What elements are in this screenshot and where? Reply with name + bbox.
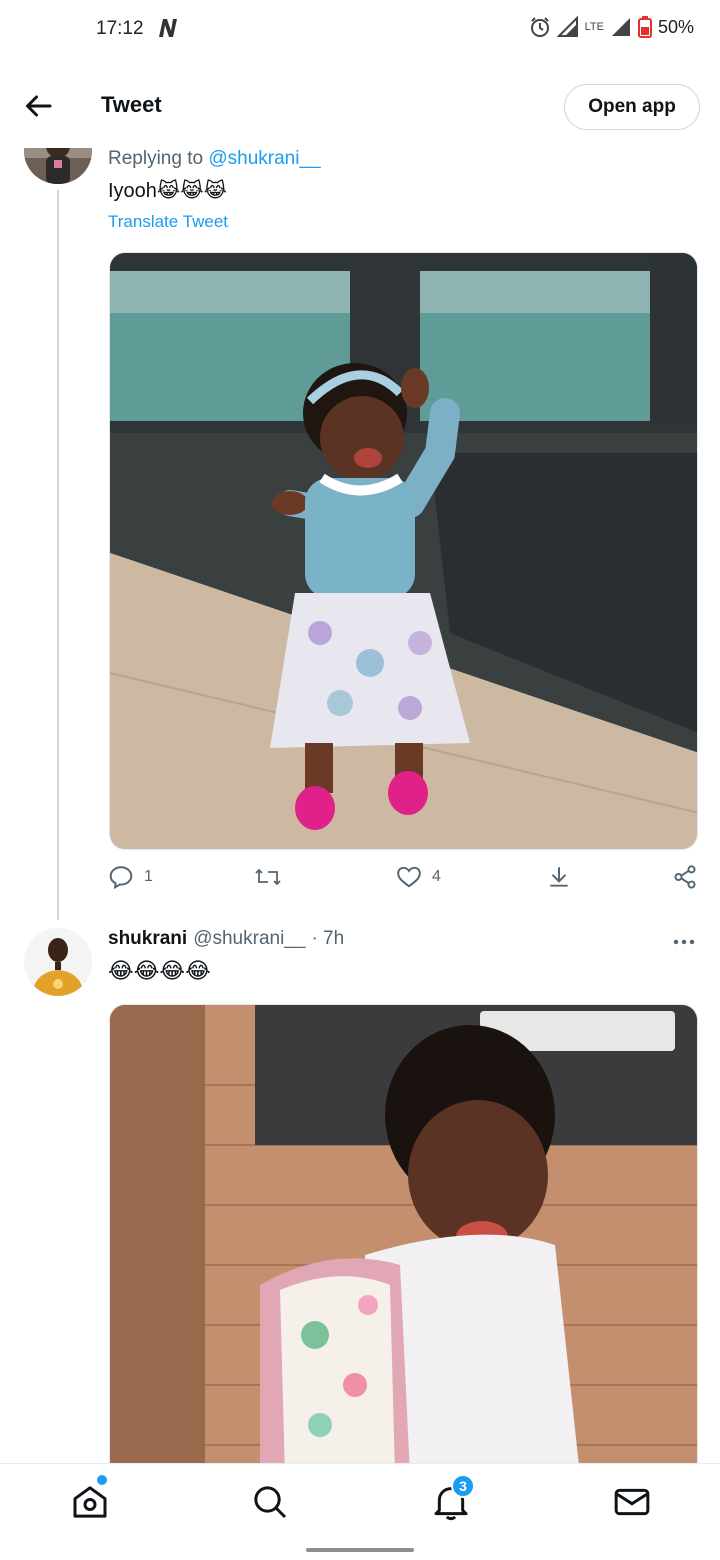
network-label: LTE [584, 21, 604, 33]
author-handle[interactable]: @shukrani__ [193, 928, 305, 950]
reply-icon [109, 866, 133, 890]
translate-tweet-link[interactable]: Translate Tweet [108, 212, 228, 232]
retweet-button[interactable] [254, 864, 282, 890]
status-time: 17:12 [96, 18, 144, 39]
share-button[interactable] [672, 864, 698, 890]
battery-percent: 50% [657, 16, 694, 37]
tweet-text: 😂😂😂😂 [108, 958, 211, 983]
download-icon [550, 867, 568, 887]
reply-count: 1 [144, 868, 153, 885]
status-bar: 17:12 LTE 50% [0, 0, 720, 60]
retweet-icon [255, 868, 281, 886]
alarm-icon [530, 17, 549, 37]
tweet-photo[interactable] [109, 1004, 698, 1474]
search-icon[interactable] [250, 1482, 290, 1522]
tweet-time: · 7h [311, 928, 345, 949]
gesture-bar[interactable] [306, 1548, 414, 1552]
tweet-text: Iyooh😹😹😹 [108, 180, 228, 202]
replying-mention-link[interactable]: @shukrani__ [208, 148, 320, 169]
back-arrow-icon[interactable] [20, 88, 56, 124]
replying-prefix: Replying to [108, 148, 209, 169]
tweet-photo[interactable] [109, 252, 698, 850]
header: Tweet Open app [0, 62, 720, 148]
like-count: 4 [432, 868, 441, 885]
download-button[interactable] [546, 864, 572, 890]
page-title: Tweet [101, 92, 162, 117]
more-icon[interactable] [672, 932, 696, 952]
thread-line [57, 190, 59, 920]
notifications-badge: 3 [451, 1474, 475, 1498]
avatar[interactable] [24, 928, 92, 996]
home-unread-dot [97, 1475, 107, 1485]
heart-icon [397, 866, 421, 888]
status-icons: LTE 50% [529, 16, 694, 38]
author-name[interactable]: shukrani [108, 928, 187, 950]
signal-icon-2 [611, 18, 630, 36]
replying-to: Replying to @shukrani__ [108, 148, 321, 170]
notification-n-icon [159, 19, 177, 37]
like-button[interactable]: 4 [396, 864, 441, 890]
tweet-header: shukrani @shukrani__ · 7h [108, 928, 344, 950]
signal-icon [556, 16, 578, 37]
open-app-button[interactable]: Open app [564, 84, 700, 130]
bottom-nav [0, 1463, 720, 1537]
share-icon [674, 865, 696, 889]
battery-icon [637, 16, 652, 38]
reply-button[interactable]: 1 [108, 864, 153, 890]
tweet-actions: 1 4 [108, 864, 698, 898]
home-icon[interactable] [70, 1482, 110, 1522]
mail-icon[interactable] [612, 1482, 652, 1522]
